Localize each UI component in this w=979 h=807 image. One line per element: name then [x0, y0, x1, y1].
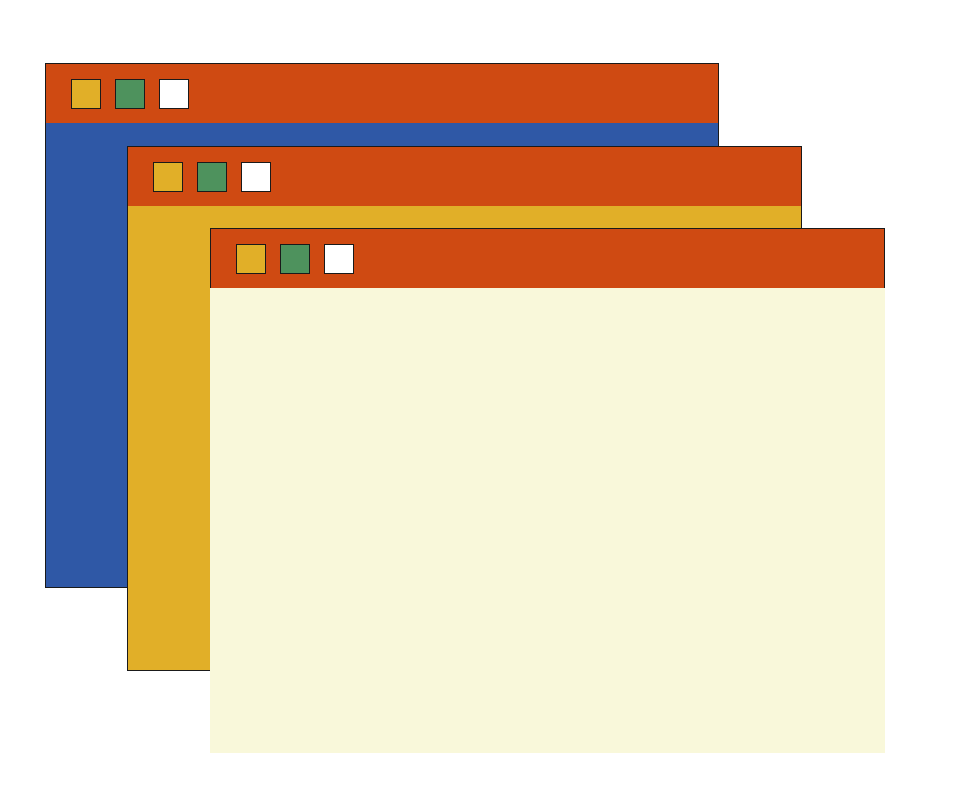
middle-window-titlebar: [127, 146, 802, 207]
yellow-square-icon[interactable]: [153, 162, 183, 192]
green-square-icon[interactable]: [280, 244, 310, 274]
illustration-canvas: [0, 0, 979, 807]
front-window: [210, 228, 885, 753]
green-square-icon[interactable]: [115, 79, 145, 109]
white-square-icon[interactable]: [159, 79, 189, 109]
front-window-titlebar: [210, 228, 885, 289]
yellow-square-icon[interactable]: [71, 79, 101, 109]
green-square-icon[interactable]: [197, 162, 227, 192]
front-window-body: [210, 288, 885, 753]
white-square-icon[interactable]: [324, 244, 354, 274]
yellow-square-icon[interactable]: [236, 244, 266, 274]
back-window-titlebar: [45, 63, 719, 124]
white-square-icon[interactable]: [241, 162, 271, 192]
